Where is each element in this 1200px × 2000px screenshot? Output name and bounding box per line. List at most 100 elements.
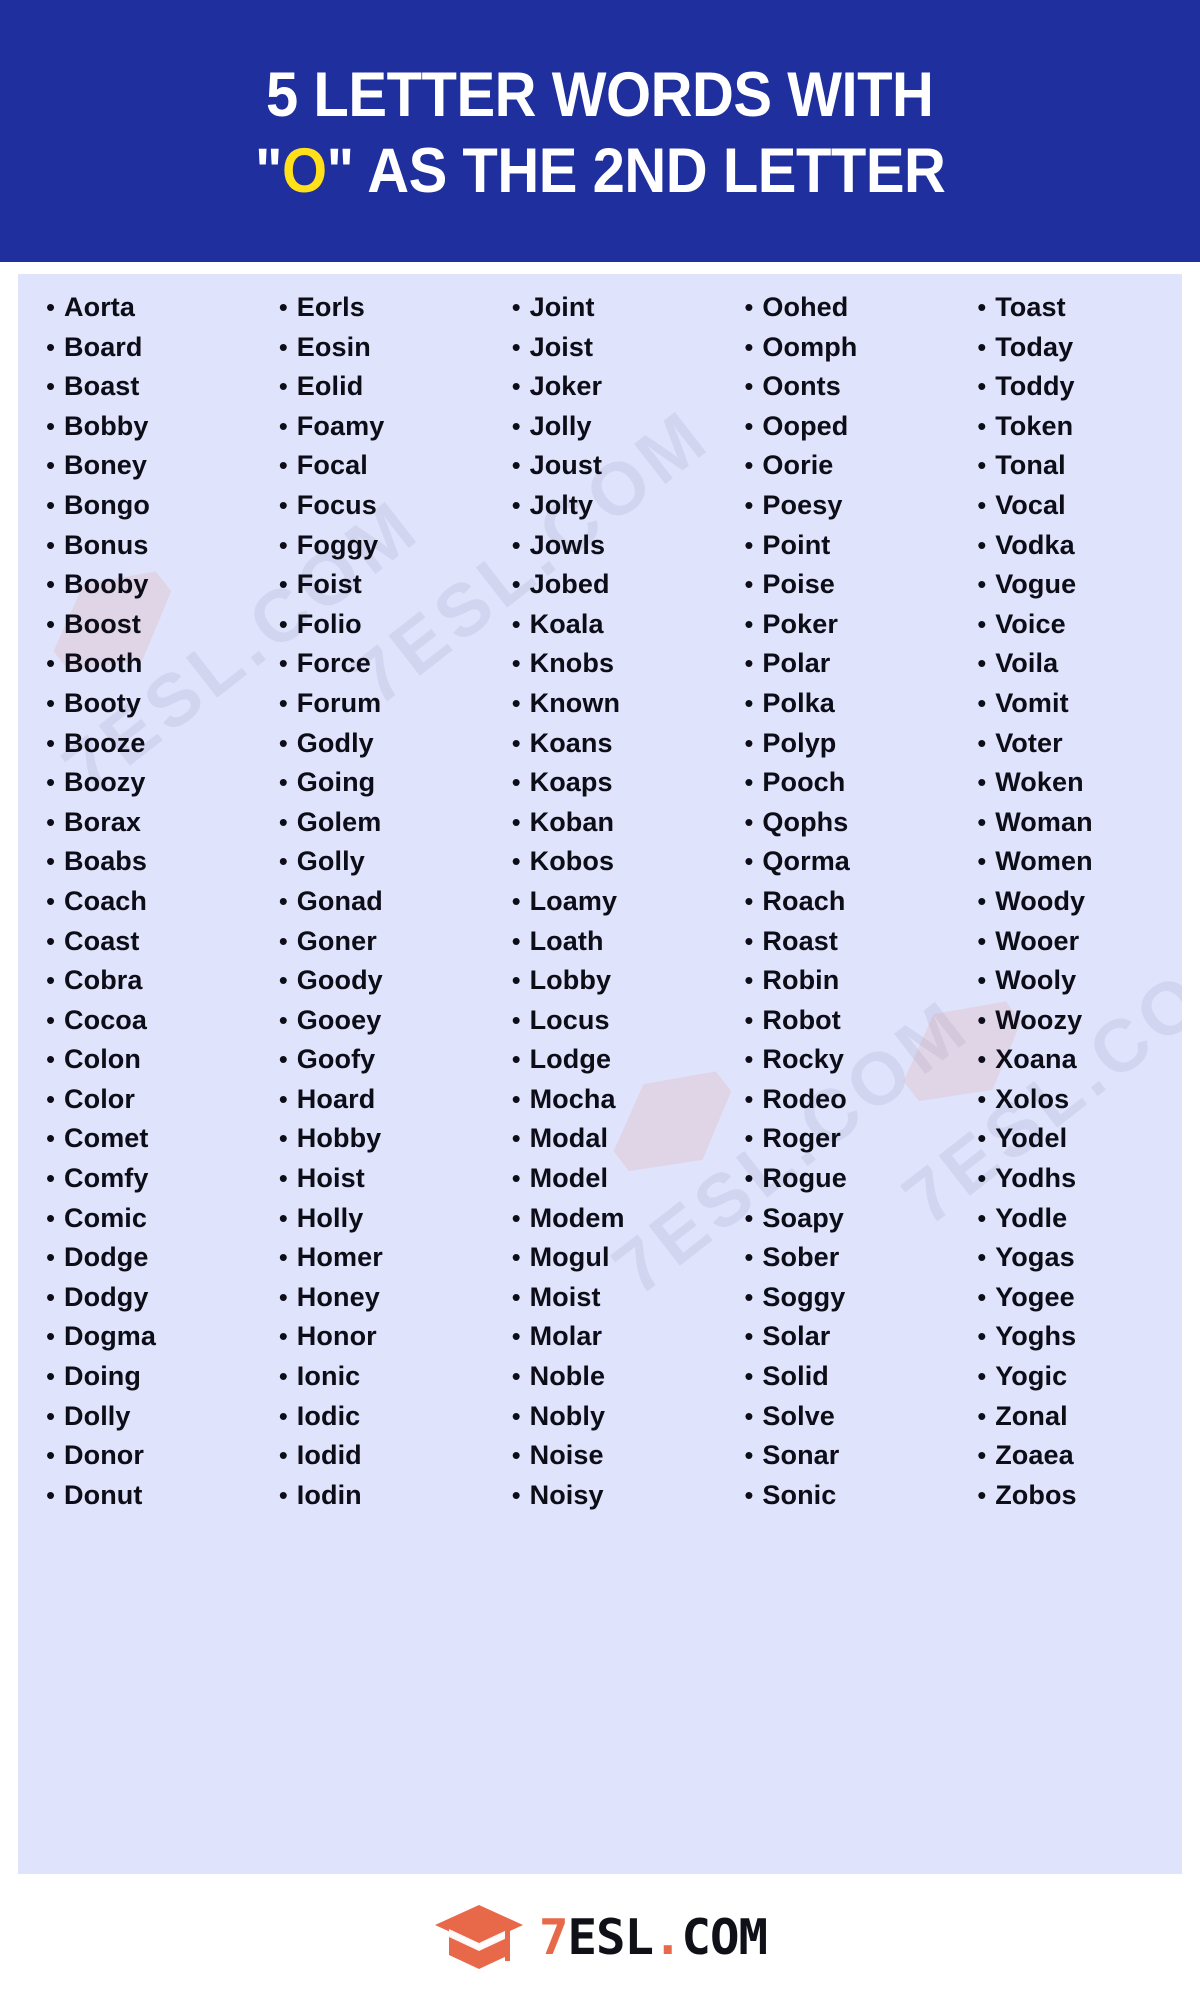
word-label: Jobed <box>529 569 610 600</box>
word-label: Joust <box>529 450 603 481</box>
list-item: • Dolly <box>46 1397 251 1437</box>
list-item: • Booty <box>46 684 251 724</box>
bullet-icon: • <box>977 806 987 837</box>
bullet-icon: • <box>744 1202 754 1233</box>
word-label: Koaps <box>529 767 613 798</box>
bullet-icon: • <box>511 885 521 916</box>
list-item: • Xoana <box>977 1040 1182 1080</box>
word-label: Yogas <box>995 1242 1075 1273</box>
word-label: Poise <box>762 569 835 600</box>
word-label: Boabs <box>64 846 148 877</box>
header-accent-letter: O <box>281 136 327 206</box>
list-item: • Honor <box>279 1317 484 1357</box>
bullet-icon: • <box>511 1083 521 1114</box>
bullet-icon: • <box>46 1083 56 1114</box>
bullet-icon: • <box>977 1361 987 1392</box>
bullet-icon: • <box>278 1123 288 1154</box>
word-label: Gooey <box>296 1004 382 1035</box>
header-title-line2-suffix: " AS THE 2ND LETTER <box>326 136 946 206</box>
bullet-icon: • <box>278 727 288 758</box>
bullet-icon: • <box>511 1242 521 1273</box>
bullet-icon: • <box>744 371 754 402</box>
list-item: • Knobs <box>512 644 717 684</box>
bullet-icon: • <box>46 1004 56 1035</box>
word-label: Voice <box>995 608 1066 639</box>
word-label: Donor <box>64 1440 144 1471</box>
bullet-icon: • <box>744 648 754 679</box>
word-label: Godly <box>296 727 374 758</box>
list-item: • Homer <box>279 1238 484 1278</box>
list-item: • Sonar <box>744 1436 949 1476</box>
word-label: Women <box>995 846 1093 877</box>
bullet-icon: • <box>744 489 754 520</box>
bullet-icon: • <box>744 331 754 362</box>
bullet-icon: • <box>46 767 56 798</box>
word-label: Token <box>995 410 1074 441</box>
list-item: • Kobos <box>512 842 717 882</box>
bullet-icon: • <box>977 292 987 322</box>
list-item: • Voice <box>977 605 1182 645</box>
bullet-icon: • <box>511 489 521 520</box>
list-item: • Robot <box>744 1001 949 1041</box>
bullet-icon: • <box>278 846 288 877</box>
list-item: • Iodin <box>279 1476 484 1516</box>
list-item: • Vogue <box>977 565 1182 605</box>
word-label: Coach <box>64 885 148 916</box>
word-label: Noisy <box>529 1479 604 1510</box>
list-item: • Rocky <box>744 1040 949 1080</box>
bullet-icon: • <box>977 1083 987 1114</box>
list-item: • Loamy <box>512 882 717 922</box>
word-label: Rodeo <box>762 1083 847 1114</box>
word-label: Mocha <box>529 1083 616 1114</box>
word-label: Moist <box>529 1281 601 1312</box>
word-label: Toast <box>995 292 1066 322</box>
bullet-icon: • <box>511 648 521 679</box>
word-label: Force <box>296 648 371 679</box>
bullet-icon: • <box>977 569 987 600</box>
list-item: • Polka <box>744 684 949 724</box>
logo-esl: ESL <box>567 1908 654 1966</box>
word-label: Vodka <box>995 529 1075 560</box>
bullet-icon: • <box>46 1361 56 1392</box>
list-item: • Force <box>279 644 484 684</box>
word-label: Hoist <box>296 1163 365 1194</box>
list-item: • Aorta <box>46 288 251 328</box>
word-label: Cobra <box>64 965 143 996</box>
site-logo[interactable]: 7ESL.COM <box>433 1903 768 1971</box>
bullet-icon: • <box>46 1479 56 1510</box>
bullet-icon: • <box>511 727 521 758</box>
word-label: Zobos <box>995 1479 1077 1510</box>
word-label: Woody <box>995 885 1086 916</box>
word-label: Eorls <box>296 292 365 322</box>
list-item: • Iodid <box>279 1436 484 1476</box>
bullet-icon: • <box>744 1440 754 1471</box>
bullet-icon: • <box>744 1004 754 1035</box>
list-item: • Roach <box>744 882 949 922</box>
bullet-icon: • <box>278 489 288 520</box>
word-label: Woman <box>995 806 1093 837</box>
list-item: • Bongo <box>46 486 251 526</box>
list-item: • Goody <box>279 961 484 1001</box>
bullet-icon: • <box>511 1479 521 1510</box>
bullet-icon: • <box>977 965 987 996</box>
word-label: Lodge <box>529 1044 612 1075</box>
list-item: • Dogma <box>46 1317 251 1357</box>
word-label: Focus <box>296 489 377 520</box>
bullet-icon: • <box>511 529 521 560</box>
bullet-icon: • <box>46 1242 56 1273</box>
list-item: • Donor <box>46 1436 251 1476</box>
word-column-4: • Oohed • Oomph • Oonts • Ooped • Oorie • Poesy • Poi… <box>716 288 949 1515</box>
list-item: • Rodeo <box>744 1080 949 1120</box>
bullet-icon: • <box>46 1202 56 1233</box>
list-item: • Known <box>512 684 717 724</box>
list-item: • Gooey <box>279 1001 484 1041</box>
word-label: Joint <box>529 292 595 322</box>
bullet-icon: • <box>977 1004 987 1035</box>
bullet-icon: • <box>511 1123 521 1154</box>
bullet-icon: • <box>278 450 288 481</box>
word-label: Focal <box>296 450 368 481</box>
list-item: • Wooer <box>977 922 1182 962</box>
list-item: • Eosin <box>279 328 484 368</box>
bullet-icon: • <box>977 1321 987 1352</box>
word-label: Iodid <box>296 1440 362 1471</box>
